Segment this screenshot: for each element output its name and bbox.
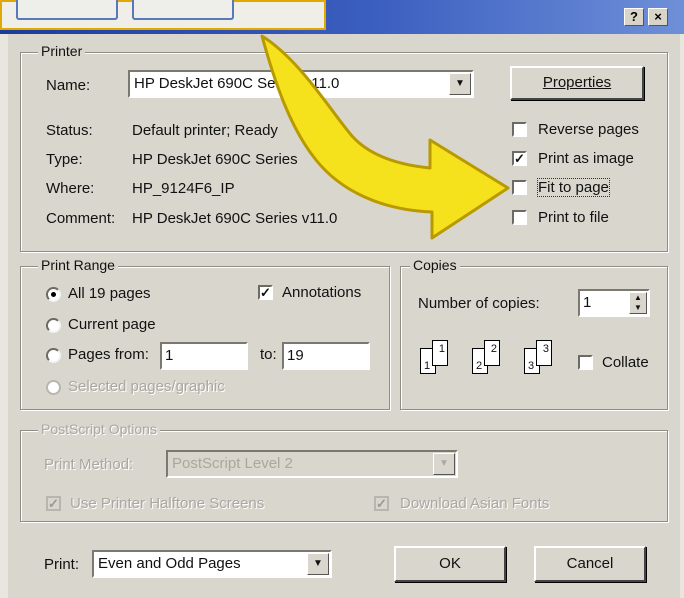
callout-arrow-icon <box>260 34 510 240</box>
